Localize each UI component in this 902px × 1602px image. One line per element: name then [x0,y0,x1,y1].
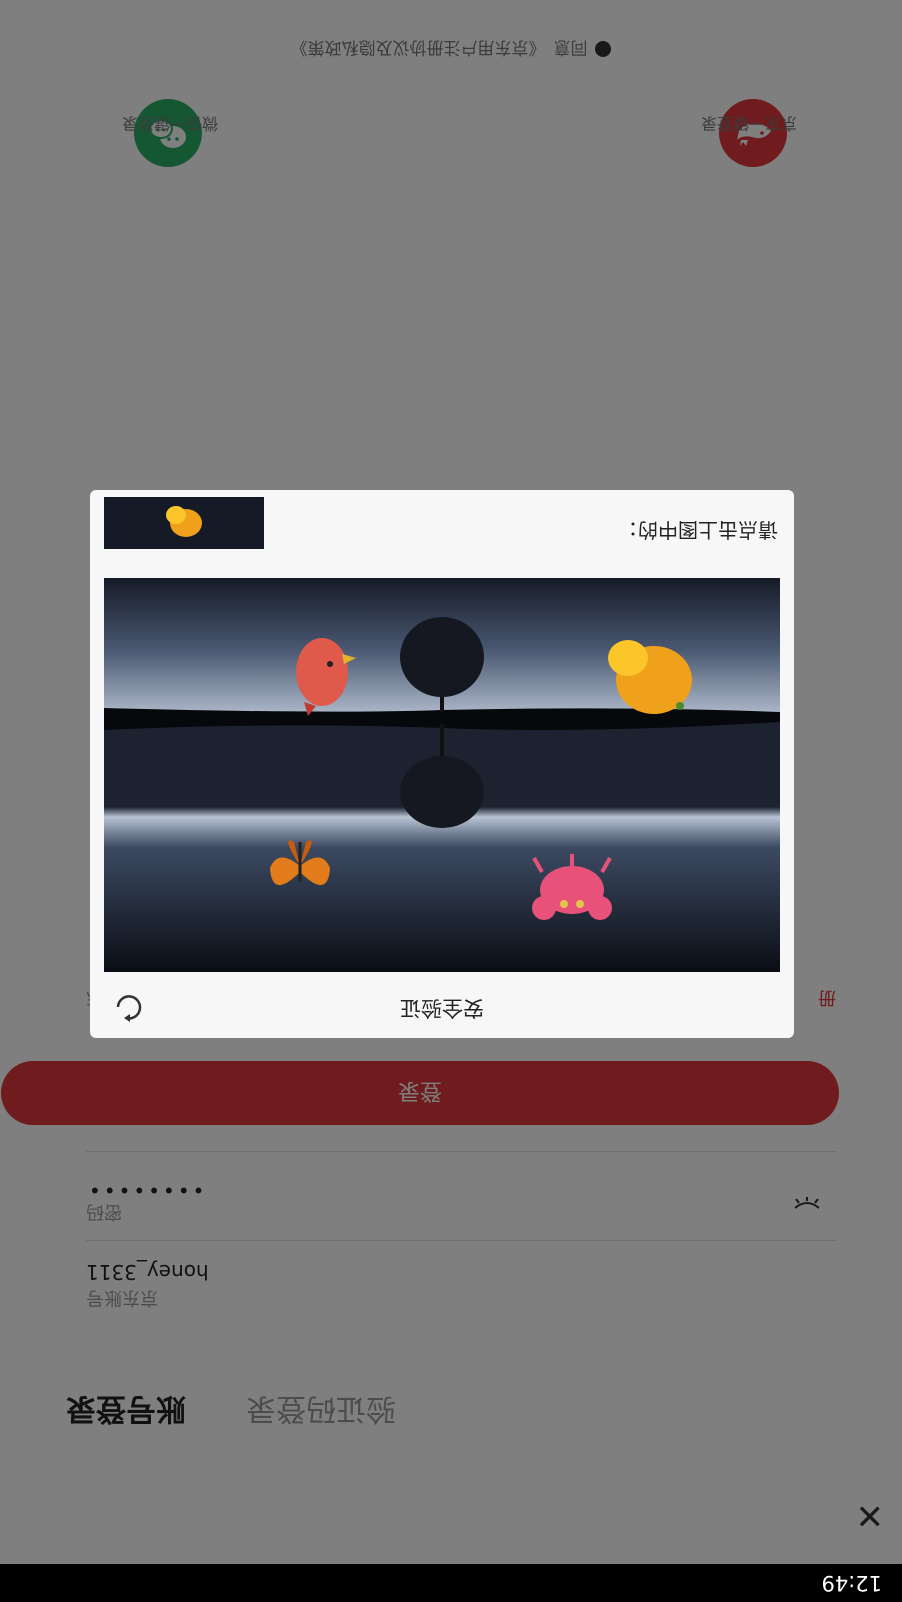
captcha-image[interactable] [104,578,780,972]
orange-icon [166,506,202,537]
dialog-header: 安全验证 [90,972,794,1038]
target-thumbnail [104,497,264,549]
status-time: 12:49 [821,1571,882,1595]
screen: 12:49 ✕ 验证码登录 账号登录 京东账号 honey_3311 密码 ••… [0,0,902,1602]
security-verification-dialog: 安全验证 请点击上图中的： [90,490,794,1038]
refresh-icon[interactable] [112,990,146,1024]
dialog-footer: 请点击上图中的： [90,496,794,564]
captcha-scene [104,578,780,972]
dialog-title: 安全验证 [400,996,484,1020]
captcha-prompt: 请点击上图中的： [618,518,778,542]
status-bar: 12:49 [0,1564,902,1602]
